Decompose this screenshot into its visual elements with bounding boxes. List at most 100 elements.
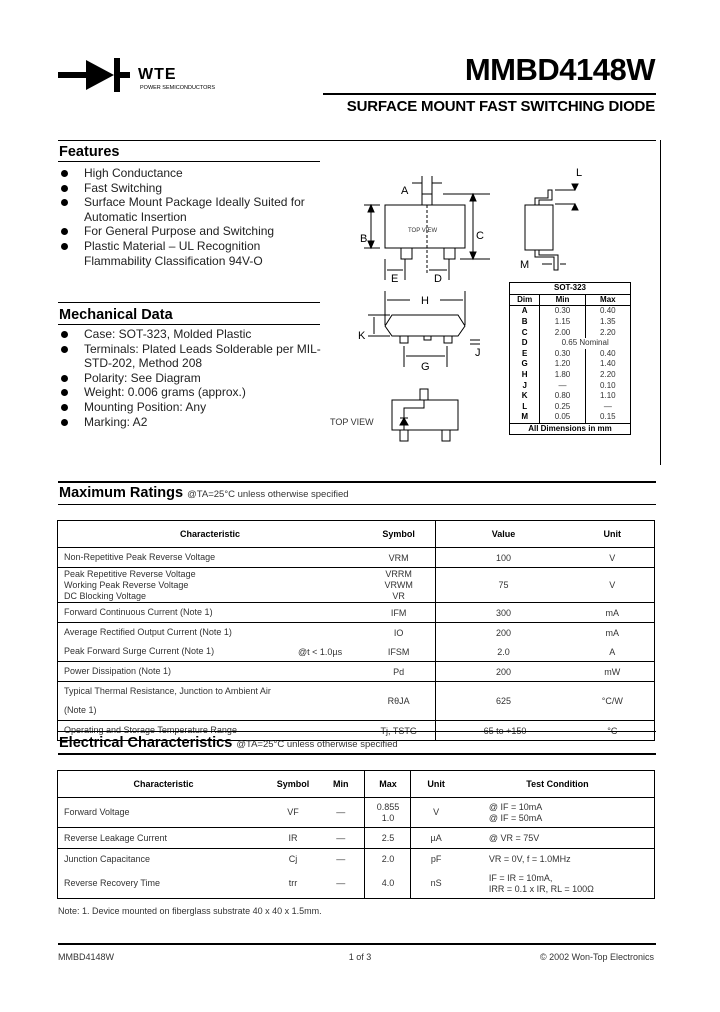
ec-cell-test-condition: @ IF = 10mA @ IF = 50mA xyxy=(460,797,655,828)
mr-cell-value: 625 xyxy=(435,681,571,721)
dims-row: A 0.30 0.40 xyxy=(508,305,632,317)
table-row: Reverse Leakage Current IR —2.5 µA @ VR = 75… xyxy=(57,827,655,849)
footer-rule xyxy=(58,943,656,945)
table-row: Peak Repetitive Reverse Voltage Working … xyxy=(57,567,655,603)
dim-label-e: E xyxy=(391,273,398,285)
mr-cell-value: 100 xyxy=(435,547,571,568)
features-title: Features xyxy=(59,144,120,160)
ec-cell-symbol: VF xyxy=(269,797,318,828)
ec-cell-max: 4.0 xyxy=(364,869,411,899)
mr-cell-condition: @t < 1.0µs xyxy=(298,646,343,657)
dims-cell-min: 0.30 xyxy=(539,305,586,317)
mr-cell-condition xyxy=(292,681,362,721)
mr-cell-symbol: IFM xyxy=(361,602,436,623)
mr-header-symbol: Symbol xyxy=(382,529,415,539)
dims-header: Max xyxy=(584,293,632,307)
logo-text: WTE xyxy=(138,66,177,83)
dims-cell-dim: J xyxy=(508,380,541,391)
dims-cell-dim: D xyxy=(508,337,541,349)
mechanical-item: Case: SOT-323, Molded Plastic xyxy=(58,327,328,342)
table-row: Power Dissipation (Note 1) Pd 200 mW xyxy=(57,661,655,682)
dims-cell-dim: G xyxy=(508,359,541,370)
dims-cell-max: 1.40 xyxy=(584,359,632,370)
mr-cell-characteristic: Peak Forward Surge Current (Note 1) xyxy=(64,646,215,656)
mr-cell-symbol: IO xyxy=(361,622,436,642)
mechanical-top-rule xyxy=(58,302,320,303)
mr-cell-unit: V xyxy=(570,567,655,603)
dims-row: G 1.20 1.40 xyxy=(508,359,632,370)
mr-cell-unit: mA xyxy=(570,602,655,623)
mechanical-item: Terminals: Plated Leads Solderable per M… xyxy=(58,342,328,371)
dims-row: C 2.00 2.20 xyxy=(508,327,632,338)
dims-cell-max: 2.20 xyxy=(584,369,632,381)
mr-cell-value: 200 xyxy=(435,622,571,642)
dim-label-h: H xyxy=(421,295,429,307)
feature-item: For General Purpose and Switching xyxy=(58,224,328,239)
mr-cell-condition xyxy=(292,622,362,642)
table-row: Forward Continuous Current (Note 1) IFM 30… xyxy=(57,602,655,623)
ec-header-test-condition: Test Condition xyxy=(526,779,589,789)
feature-item: Plastic Material – UL Recognition Flamma… xyxy=(58,239,328,268)
mr-cell-characteristic: Forward Continuous Current (Note 1) xyxy=(57,602,293,623)
mechanical-item: Marking: A2 xyxy=(58,415,328,430)
dims-cell-max: 1.35 xyxy=(584,316,632,328)
dim-label-m: M xyxy=(520,259,529,271)
dims-cell-min: 0.05 xyxy=(539,412,586,424)
mr-cell-characteristic: Typical Thermal Resistance, Junction to … xyxy=(57,681,293,721)
dims-cell-min: 2.00 xyxy=(539,327,586,338)
mr-cell-value: 300 xyxy=(435,602,571,623)
ec-header-symbol: Symbol xyxy=(276,779,310,789)
dims-row: M 0.05 0.15 xyxy=(508,412,632,424)
dims-row: L 0.25— xyxy=(508,401,632,413)
table-row: Typical Thermal Resistance, Junction to … xyxy=(57,681,655,721)
mr-cell-condition xyxy=(292,602,362,623)
dims-cell-dim: B xyxy=(508,316,541,328)
dims-cell-max: 0.10 xyxy=(584,380,632,391)
mr-cell-condition xyxy=(292,547,362,568)
ec-cell-test-condition: VR = 0V, f = 1.0MHz xyxy=(460,848,655,869)
mr-header-value: Value xyxy=(435,520,571,548)
ec-cell-symbol: Cj xyxy=(269,848,318,869)
footer-part-number: MMBD4148W xyxy=(58,952,115,962)
ec-cell-min: — xyxy=(336,878,346,888)
mr-cell-characteristic: Non-Repetitive Peak Reverse Voltage xyxy=(57,547,293,568)
max-ratings-title: Maximum Ratings @TA=25°C unless otherwis… xyxy=(59,484,349,504)
mechanical-title: Mechanical Data xyxy=(59,307,173,323)
ec-cell-min: — xyxy=(317,848,365,869)
electrical-top-rule xyxy=(58,731,656,732)
dims-cell-max: 0.15 xyxy=(584,412,632,424)
dims-cell-dim: L xyxy=(508,401,541,413)
dims-title: SOT-323 xyxy=(509,282,631,295)
mr-cell-symbol: VRM xyxy=(361,547,436,568)
ec-cell-unit: pF xyxy=(410,848,461,869)
part-number-title: MMBD4148W xyxy=(464,52,656,87)
table-row: Reverse Recovery Time trr — 4.0 nS IF = IR = … xyxy=(58,869,655,899)
ec-cell-max: 2.0 xyxy=(364,848,411,869)
max-ratings-top-rule xyxy=(58,481,656,483)
electrical-title: Electrical Characteristics @TA=25°C unle… xyxy=(59,734,398,754)
dims-cell-dim: C xyxy=(508,327,541,338)
mr-cell-characteristic: Peak Repetitive Reverse Voltage Working … xyxy=(57,567,293,603)
mr-cell-value: 75 xyxy=(435,567,571,603)
electrical-under-rule xyxy=(58,753,656,755)
wte-logo: WTE POWER SEMICONDUCTORS xyxy=(58,54,218,94)
dims-cell-max: 1.10 xyxy=(584,390,632,402)
table-row: Junction Capacitance Cj —2.0 pF VR = 0V, f =… xyxy=(57,848,655,869)
ec-cell-symbol: trr xyxy=(288,878,298,888)
ec-cell-test-condition: @ VR = 75V xyxy=(460,827,655,849)
ec-cell-min: — xyxy=(317,797,365,828)
dim-label-a: A xyxy=(401,185,409,197)
subtitle: SURFACE MOUNT FAST SWITCHING DIODE xyxy=(346,98,655,115)
dimensions-table: SOT-323 Dim Min Max A 0.30 0.40 B 1.15 1.35 C 2… xyxy=(508,282,632,436)
dims-cell-dim: K xyxy=(508,390,541,402)
ec-cell-characteristic: Reverse Leakage Current xyxy=(57,827,270,849)
dims-cell-min: 0.30 xyxy=(539,348,586,360)
ec-cell-max: 2.5 xyxy=(364,827,411,849)
dim-label-d: D xyxy=(434,273,442,285)
table-row: Peak Forward Surge Current (Note 1) @t < … xyxy=(58,642,655,662)
dims-header: Min xyxy=(539,293,586,307)
ec-cell-test-condition: IF = IR = 10mA, IRR = 0.1 x IR, RL = 100… xyxy=(488,872,594,894)
ec-cell-min: — xyxy=(317,827,365,849)
mr-cell-characteristic: Average Rectified Output Current (Note 1… xyxy=(57,622,293,642)
feature-item: Surface Mount Package Ideally Suited for… xyxy=(58,195,328,224)
